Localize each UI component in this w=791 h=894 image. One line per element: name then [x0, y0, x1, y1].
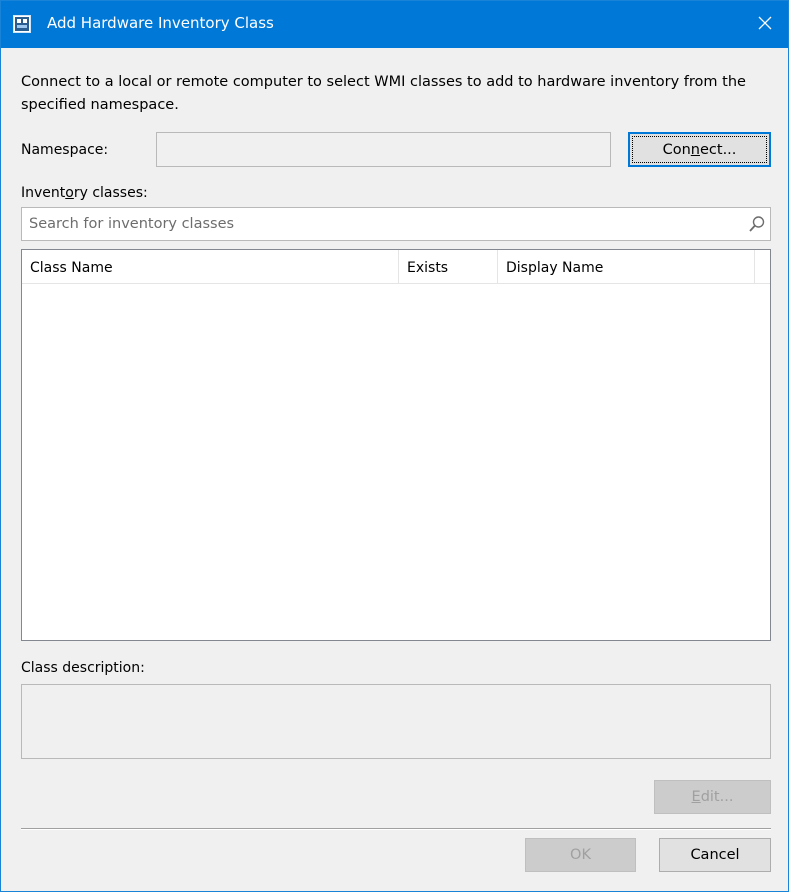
- column-header-display-name[interactable]: Display Name: [498, 250, 755, 283]
- connect-button[interactable]: Connect...: [628, 132, 771, 167]
- class-description-box: [21, 684, 771, 759]
- inventory-classes-list[interactable]: Class Name Exists Display Name: [21, 249, 771, 641]
- add-hardware-inventory-class-dialog: Add Hardware Inventory Class Connect to …: [0, 0, 789, 892]
- namespace-label: Namespace:: [21, 142, 109, 158]
- intro-text: Connect to a local or remote computer to…: [21, 74, 746, 113]
- title-bar[interactable]: Add Hardware Inventory Class: [1, 1, 788, 48]
- close-button[interactable]: [742, 1, 788, 48]
- separator: [21, 828, 771, 830]
- namespace-field: [156, 132, 611, 167]
- search-box[interactable]: [21, 207, 771, 241]
- list-header: Class Name Exists Display Name: [22, 250, 770, 284]
- inventory-classes-label: Inventory classes:: [21, 185, 148, 201]
- column-header-class-name[interactable]: Class Name: [22, 250, 399, 283]
- focus-rectangle: [632, 136, 767, 163]
- wmi-class-icon: [13, 15, 31, 33]
- edit-button-label: Edit...: [691, 789, 734, 805]
- search-input[interactable]: [22, 208, 739, 240]
- class-description-label: Class description:: [21, 660, 145, 676]
- ok-button[interactable]: OK: [525, 838, 636, 872]
- cancel-button[interactable]: Cancel: [659, 838, 771, 872]
- dialog-title: Add Hardware Inventory Class: [47, 14, 274, 32]
- search-icon[interactable]: [748, 215, 766, 233]
- close-icon: [758, 16, 772, 34]
- edit-button[interactable]: Edit...: [654, 780, 771, 814]
- column-header-exists[interactable]: Exists: [399, 250, 498, 283]
